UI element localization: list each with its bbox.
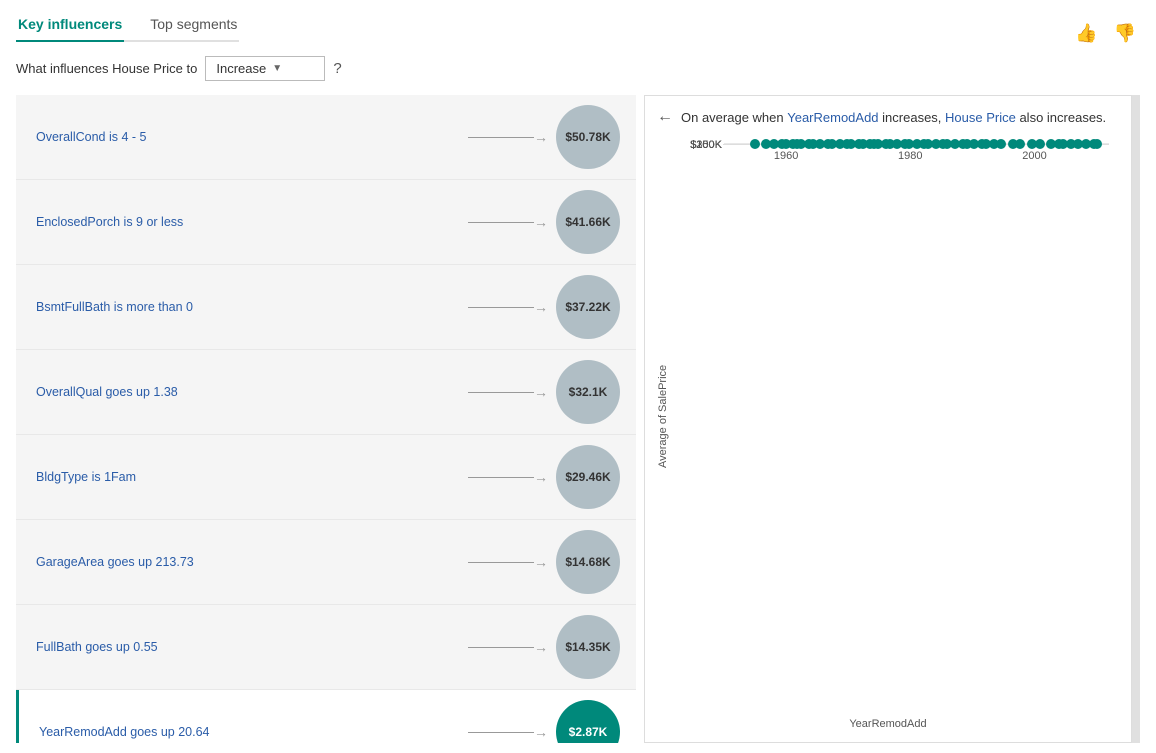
arrowhead-icon: → [534,639,548,655]
influencer-item-8[interactable]: YearRemodAdd goes up 20.64 → $2.87K [16,690,636,743]
influencer-item-3[interactable]: BsmtFullBath is more than 0 → $37.22K [16,265,636,350]
dropdown-value: Increase [216,61,266,76]
controls-row: What influences House Price to Increase … [16,56,1140,81]
arrow-line: → [468,554,548,570]
arrowhead-icon: → [534,129,548,145]
arrowhead-icon: → [534,299,548,315]
influencer-item-5[interactable]: BldgType is 1Fam → $29.46K [16,435,636,520]
chart-header: ← On average when YearRemodAdd increases… [657,108,1119,126]
y-tick-label: $100K [682,139,722,151]
chart-title: On average when YearRemodAdd increases, … [681,110,1106,125]
influencer-bubble: $32.1K [556,360,620,424]
influencer-label: YearRemodAdd goes up 20.64 [39,725,460,739]
tab-icons: 👍 👎 [1071,21,1140,46]
arrowhead-icon: → [534,384,548,400]
back-arrow-icon[interactable]: ← [657,108,673,126]
help-button[interactable]: ? [333,60,341,77]
influencer-list: OverallCond is 4 - 5 → $50.78K EnclosedP… [16,95,636,743]
dropdown-arrow-icon: ▼ [272,63,282,74]
increase-dropdown[interactable]: Increase ▼ [205,56,325,81]
arrowhead-icon: → [534,724,548,740]
tab-key-influencers[interactable]: Key influencers [16,10,124,42]
scrollbar[interactable] [1132,95,1140,743]
thumbs-up-button[interactable]: 👍 [1071,21,1101,46]
x-axis-label: YearRemodAdd [657,718,1119,730]
influencer-bubble: $2.87K [556,700,620,743]
influencer-item-2[interactable]: EnclosedPorch is 9 or less → $41.66K [16,180,636,265]
arrowhead-icon: → [534,214,548,230]
arrow-line: → [468,299,548,315]
influencer-label: GarageArea goes up 213.73 [36,555,460,569]
content-area: OverallCond is 4 - 5 → $50.78K EnclosedP… [16,95,1140,743]
influencer-bubble: $29.46K [556,445,620,509]
influencer-item-1[interactable]: OverallCond is 4 - 5 → $50.78K [16,95,636,180]
arrow-line: → [468,214,548,230]
influencer-label: OverallCond is 4 - 5 [36,130,460,144]
left-panel: OverallCond is 4 - 5 → $50.78K EnclosedP… [16,95,636,743]
influencer-label: BldgType is 1Fam [36,470,460,484]
tab-bar: Key influencers Top segments [16,10,239,42]
thumbs-down-button[interactable]: 👎 [1110,21,1140,46]
right-panel: ← On average when YearRemodAdd increases… [644,95,1132,743]
influencer-item-4[interactable]: OverallQual goes up 1.38 → $32.1K [16,350,636,435]
scatter-area: Average of SalePrice $300K$250K$200K$150… [657,134,1119,698]
y-axis-label: Average of SalePrice [657,134,669,698]
influencer-bubble: $41.66K [556,190,620,254]
influencer-item-6[interactable]: GarageArea goes up 213.73 → $14.68K [16,520,636,605]
influencer-label: BsmtFullBath is more than 0 [36,300,460,314]
question-label: What influences House Price to [16,61,197,76]
influencer-bubble: $14.35K [556,615,620,679]
tab-top-segments[interactable]: Top segments [148,10,239,40]
influencer-label: OverallQual goes up 1.38 [36,385,460,399]
arrowhead-icon: → [534,554,548,570]
arrow-line: → [468,724,548,740]
influencer-label: FullBath goes up 0.55 [36,640,460,654]
arrowhead-icon: → [534,469,548,485]
influencer-bubble: $14.68K [556,530,620,594]
influencer-label: EnclosedPorch is 9 or less [36,215,460,229]
influencer-bubble: $37.22K [556,275,620,339]
arrow-line: → [468,469,548,485]
arrow-line: → [468,639,548,655]
arrow-line: → [468,384,548,400]
influencer-bubble: $50.78K [556,105,620,169]
influencer-item-7[interactable]: FullBath goes up 0.55 → $14.35K [16,605,636,690]
arrow-line: → [468,129,548,145]
